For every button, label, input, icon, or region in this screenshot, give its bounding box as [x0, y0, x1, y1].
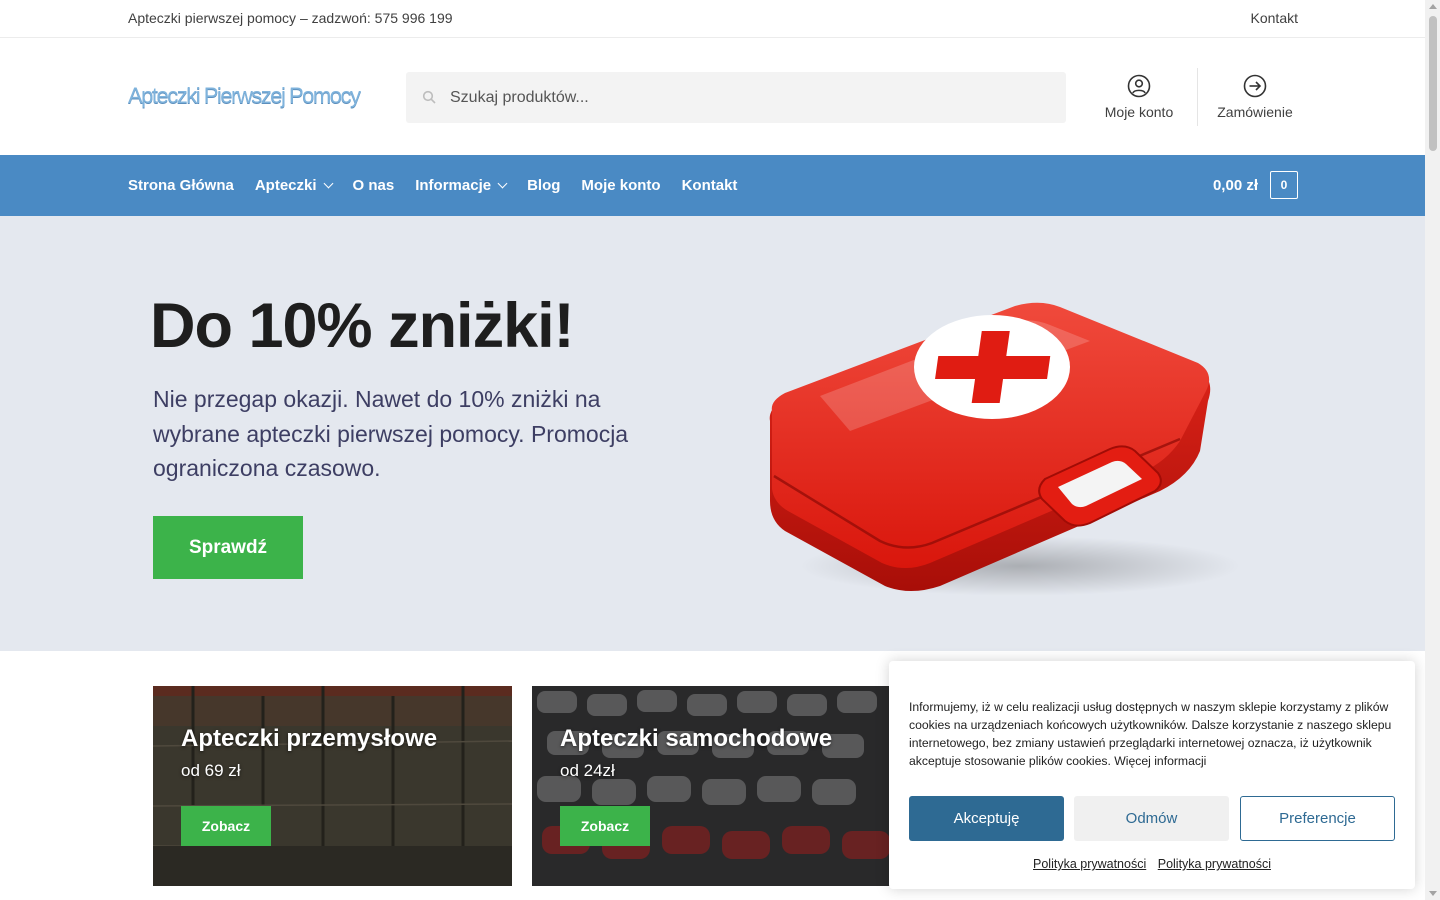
category-price: od 24zł	[560, 761, 615, 780]
account-link[interactable]: Moje konto	[1098, 74, 1180, 120]
site-logo[interactable]: Apteczki Pierwszej Pomocy	[128, 83, 361, 109]
scroll-up-arrow-icon[interactable]	[1429, 4, 1437, 9]
user-circle-icon	[1127, 74, 1151, 98]
top-bar: Apteczki pierwszej pomocy – zadzwoń: 575…	[0, 0, 1425, 38]
topbar-contact-link[interactable]: Kontakt	[1251, 10, 1298, 26]
category-card-car[interactable]: Apteczki samochodowe od 24zł Zobacz	[532, 686, 891, 886]
phone-info: Apteczki pierwszej pomocy – zadzwoń: 575…	[128, 10, 453, 26]
category-view-button[interactable]: Zobacz	[560, 806, 650, 846]
cookie-consent-dialog: Informujemy, iż w celu realizacji usług …	[889, 661, 1415, 889]
hero-banner: Do 10% zniżki! Nie przegap okazji. Nawet…	[0, 216, 1425, 651]
nav-label: Strona Główna	[128, 177, 234, 194]
nav-label: Apteczki	[254, 177, 317, 194]
cookie-accept-button[interactable]: Akceptuję	[909, 796, 1064, 841]
nav-item-home[interactable]: Strona Główna	[128, 177, 234, 194]
header-divider	[1197, 68, 1198, 126]
scrollbar-thumb[interactable]	[1429, 16, 1437, 151]
nav-label: Moje konto	[581, 177, 661, 194]
nav-item-info[interactable]: Informacje	[415, 177, 508, 194]
hero-cta-button[interactable]: Sprawdź	[153, 516, 303, 579]
hero-text: Nie przegap okazji. Nawet do 10% zniżki …	[153, 386, 629, 481]
nav-item-account[interactable]: Moje konto	[581, 177, 660, 194]
hero-headline: Do 10% zniżki!	[150, 291, 575, 361]
category-view-button[interactable]: Zobacz	[181, 806, 271, 846]
search-input[interactable]	[450, 72, 1050, 123]
chevron-down-icon	[497, 178, 508, 189]
scroll-down-arrow-icon[interactable]	[1429, 891, 1437, 896]
cookie-preferences-button[interactable]: Preferencje	[1240, 796, 1395, 841]
cookie-deny-button[interactable]: Odmów	[1074, 796, 1229, 841]
chevron-down-icon	[323, 178, 333, 189]
order-link[interactable]: Zamówienie	[1210, 74, 1300, 120]
category-title: Apteczki samochodowe	[560, 725, 833, 752]
industrial-hall-image	[153, 686, 512, 886]
search-icon	[422, 90, 436, 104]
nav-label: Blog	[527, 177, 561, 194]
site-header: Apteczki Pierwszej Pomocy Moje konto Zam…	[0, 38, 1425, 155]
parking-lot-cars-image	[532, 686, 891, 886]
nav-label: Informacje	[415, 177, 492, 194]
category-title: Apteczki przemysłowe	[181, 725, 438, 752]
order-label: Zamówienie	[1217, 104, 1293, 120]
account-label: Moje konto	[1104, 104, 1174, 120]
cart-button[interactable]: 0,00 zł 0	[1213, 171, 1298, 199]
nav-item-blog[interactable]: Blog	[527, 177, 560, 194]
cookie-message: Informujemy, iż w celu realizacji usług …	[909, 700, 1392, 768]
privacy-policy-link[interactable]: Polityka prywatności	[1033, 857, 1146, 871]
page-scrollbar[interactable]	[1425, 0, 1440, 900]
category-price: od 69 zł	[181, 761, 241, 780]
nav-label: O nas	[352, 177, 395, 194]
arrow-right-circle-icon	[1243, 74, 1267, 98]
nav-item-about[interactable]: O nas	[353, 177, 395, 194]
cart-count-badge: 0	[1270, 171, 1298, 199]
product-search	[406, 72, 1066, 123]
nav-label: Kontakt	[681, 177, 738, 194]
privacy-policy-link[interactable]: Polityka prywatności	[1158, 857, 1271, 871]
cookie-links: Polityka prywatności Polityka prywatnośc…	[889, 857, 1415, 871]
main-navigation: Strona Główna Apteczki O nas Informacje …	[0, 155, 1425, 216]
nav-item-apteczki[interactable]: Apteczki	[254, 177, 333, 194]
category-card-industrial[interactable]: Apteczki przemysłowe od 69 zł Zobacz	[153, 686, 512, 886]
cart-total: 0,00 zł	[1212, 176, 1258, 194]
first-aid-kit-image	[769, 302, 1240, 596]
nav-item-contact[interactable]: Kontakt	[682, 177, 738, 194]
